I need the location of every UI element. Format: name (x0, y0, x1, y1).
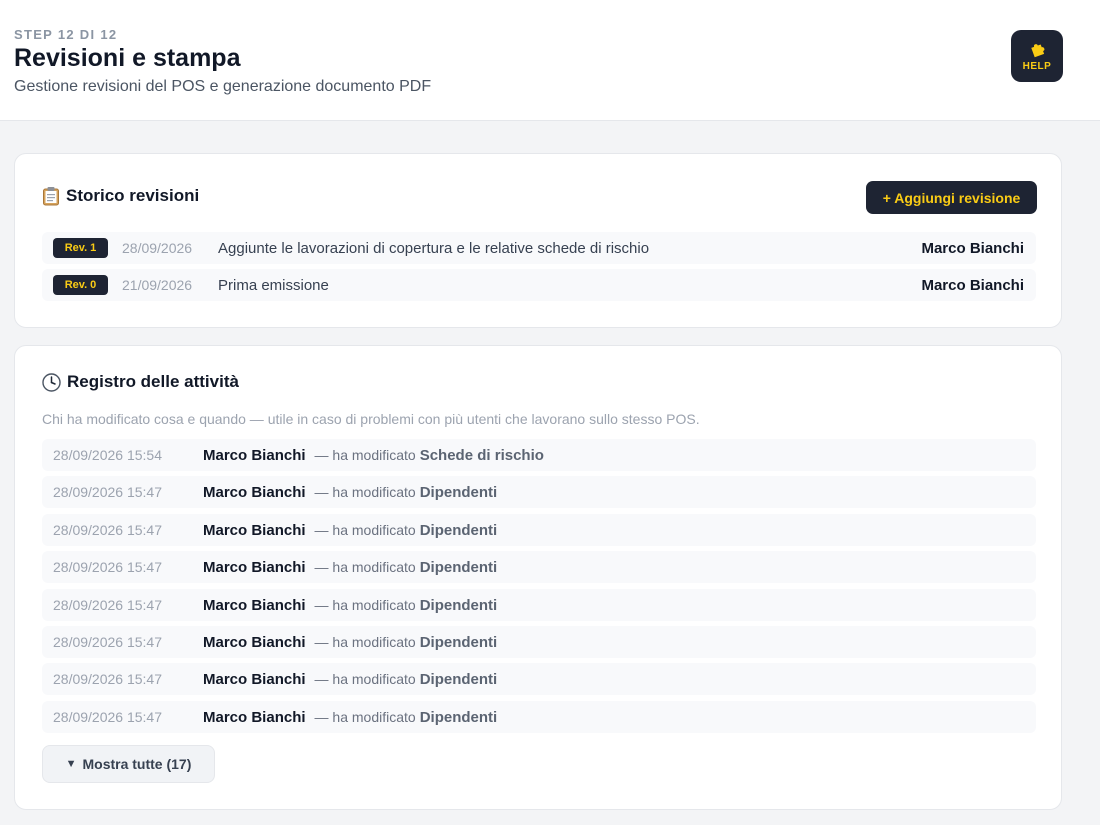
activity-row: 28/09/2026 15:47 Marco Bianchi — ha modi… (42, 476, 1036, 508)
activity-log-title: Registro delle attività (42, 372, 239, 392)
activity-verb: — ha modificato (314, 671, 416, 687)
activity-time: 28/09/2026 15:54 (53, 447, 162, 463)
revision-author: Marco Bianchi (921, 276, 1024, 294)
activity-row: 28/09/2026 15:47 Marco Bianchi — ha modi… (42, 663, 1036, 695)
activity-time: 28/09/2026 15:47 (53, 559, 162, 575)
activity-row: 28/09/2026 15:47 Marco Bianchi — ha modi… (42, 551, 1036, 583)
activity-time: 28/09/2026 15:47 (53, 634, 162, 650)
activity-user: Marco Bianchi (203, 633, 306, 651)
revision-history-card: Storico revisioni + Aggiungi revisione R… (14, 153, 1062, 328)
help-puzzle-icon (1031, 44, 1045, 58)
activity-verb: — ha modificato (314, 597, 416, 613)
activity-log-description: Chi ha modificato cosa e quando — utile … (42, 411, 700, 427)
show-all-button[interactable]: ▼ Mostra tutte (17) (42, 745, 215, 783)
activity-log-label: Registro delle attività (67, 372, 239, 391)
page-subtitle: Gestione revisioni del POS e generazione… (14, 78, 432, 95)
activity-time: 28/09/2026 15:47 (53, 522, 162, 538)
show-all-label: Mostra tutte (17) (82, 756, 192, 772)
activity-row: 28/09/2026 15:54 Marco Bianchi — ha modi… (42, 439, 1036, 471)
revision-history-label: Storico revisioni (66, 186, 200, 205)
activity-user: Marco Bianchi (203, 521, 306, 539)
page-header: STEP 12 DI 12 Revisioni e stampa Gestion… (0, 0, 1100, 121)
clock-icon (42, 372, 61, 392)
revision-author: Marco Bianchi (921, 239, 1024, 257)
activity-target: Schede di rischio (419, 446, 544, 464)
revision-history-title: Storico revisioni (42, 186, 199, 206)
clipboard-icon (42, 186, 60, 206)
activity-verb: — ha modificato (314, 522, 416, 538)
activity-target: Dipendenti (419, 521, 498, 539)
activity-target: Dipendenti (419, 483, 498, 501)
activity-target: Dipendenti (419, 558, 498, 576)
activity-verb: — ha modificato (314, 634, 416, 650)
help-label: HELP (1022, 61, 1052, 72)
activity-row: 28/09/2026 15:47 Marco Bianchi — ha modi… (42, 701, 1036, 733)
revision-description: Prima emissione (218, 276, 329, 294)
revision-badge: Rev. 1 (53, 238, 108, 258)
activity-user: Marco Bianchi (203, 558, 306, 576)
revision-row: Rev. 0 21/09/2026 Prima emissione Marco … (42, 269, 1036, 301)
activity-verb: — ha modificato (314, 447, 416, 463)
add-revision-button[interactable]: + Aggiungi revisione (866, 181, 1037, 214)
activity-user: Marco Bianchi (203, 483, 306, 501)
revision-badge: Rev. 0 (53, 275, 108, 295)
activity-user: Marco Bianchi (203, 708, 306, 726)
revision-date: 28/09/2026 (122, 240, 193, 256)
activity-verb: — ha modificato (314, 709, 416, 725)
activity-user: Marco Bianchi (203, 670, 306, 688)
activity-row: 28/09/2026 15:47 Marco Bianchi — ha modi… (42, 514, 1036, 546)
activity-target: Dipendenti (419, 708, 498, 726)
step-indicator: STEP 12 DI 12 (14, 27, 118, 42)
activity-user: Marco Bianchi (203, 596, 306, 614)
activity-target: Dipendenti (419, 633, 498, 651)
activity-row: 28/09/2026 15:47 Marco Bianchi — ha modi… (42, 626, 1036, 658)
activity-time: 28/09/2026 15:47 (53, 671, 162, 687)
page-title: Revisioni e stampa (14, 44, 241, 72)
revision-description: Aggiunte le lavorazioni di copertura e l… (218, 239, 650, 257)
caret-down-icon: ▼ (65, 758, 77, 770)
activity-target: Dipendenti (419, 596, 498, 614)
activity-target: Dipendenti (419, 670, 498, 688)
activity-time: 28/09/2026 15:47 (53, 484, 162, 500)
activity-verb: — ha modificato (314, 484, 416, 500)
activity-time: 28/09/2026 15:47 (53, 597, 162, 613)
activity-log-card: Registro delle attività Chi ha modificat… (14, 345, 1062, 810)
help-button[interactable]: HELP (1011, 30, 1063, 82)
activity-verb: — ha modificato (314, 559, 416, 575)
activity-user: Marco Bianchi (203, 446, 306, 464)
activity-time: 28/09/2026 15:47 (53, 709, 162, 725)
revision-date: 21/09/2026 (122, 277, 193, 293)
revision-row: Rev. 1 28/09/2026 Aggiunte le lavorazion… (42, 232, 1036, 264)
activity-row: 28/09/2026 15:47 Marco Bianchi — ha modi… (42, 589, 1036, 621)
